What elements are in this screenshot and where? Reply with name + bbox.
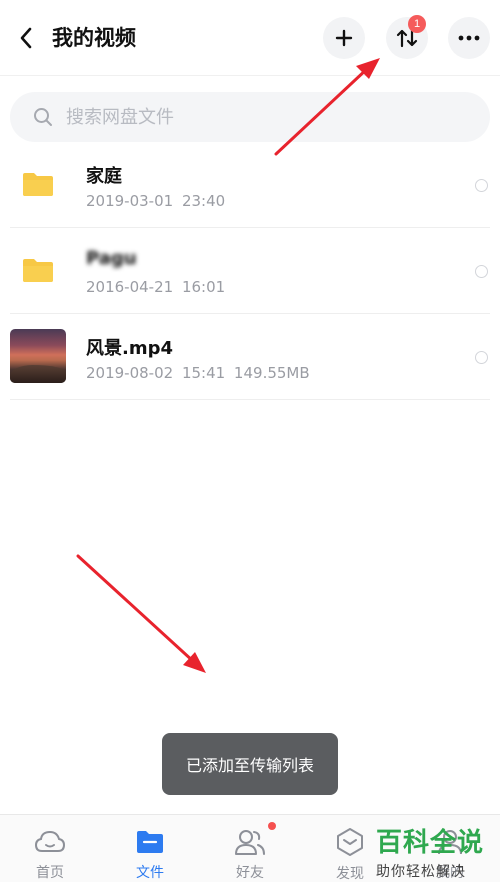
file-name: Pagu	[86, 248, 137, 269]
select-radio[interactable]	[475, 265, 488, 278]
app-header: 我的视频 1	[0, 0, 500, 76]
nav-item-friends[interactable]: 好友	[200, 815, 300, 882]
add-button[interactable]	[323, 17, 365, 59]
watermark-subtitle: 助你轻松解决	[376, 864, 466, 880]
chevron-left-icon	[20, 27, 32, 49]
more-button[interactable]	[448, 17, 490, 59]
back-button[interactable]	[12, 22, 40, 54]
more-dots-icon	[458, 35, 480, 41]
plus-icon	[335, 29, 353, 47]
arrow-to-toast	[76, 554, 206, 673]
search-icon	[32, 106, 54, 128]
folder-icon	[10, 156, 66, 212]
nav-item-files[interactable]: 文件	[100, 815, 200, 882]
list-item[interactable]: 风景.mp4 2019-08-02 15:41 149.55MB	[10, 314, 490, 400]
file-name: 家庭	[86, 166, 122, 187]
discover-icon	[334, 827, 366, 857]
nav-label: 发现	[336, 866, 364, 882]
friends-icon	[234, 827, 266, 856]
friends-notification-dot	[268, 822, 276, 830]
nav-label: 好友	[236, 865, 264, 881]
cloud-icon	[34, 827, 66, 856]
folder-icon	[134, 827, 166, 856]
watermark-title: 百科全说	[376, 828, 485, 858]
list-item[interactable]: Pagu 2016-04-21 16:01	[10, 228, 490, 314]
file-meta: 2019-03-01 23:40	[86, 192, 226, 210]
file-list: 家庭 2019-03-01 23:40 Pagu 2016-04-21 16:0…	[0, 142, 500, 400]
page-title: 我的视频	[52, 26, 136, 50]
search-bar[interactable]	[10, 92, 490, 142]
video-thumbnail	[10, 328, 66, 384]
toast-message: 已添加至传输列表	[162, 733, 338, 795]
nav-item-home[interactable]: 首页	[0, 815, 100, 882]
search-input[interactable]	[66, 106, 446, 128]
file-meta: 2016-04-21 16:01	[86, 278, 226, 296]
nav-label: 文件	[136, 865, 164, 881]
transfer-badge: 1	[408, 15, 426, 33]
folder-icon	[10, 242, 66, 298]
list-item[interactable]: 家庭 2019-03-01 23:40	[10, 142, 490, 228]
file-name: 风景.mp4	[86, 338, 174, 359]
transfer-button[interactable]: 1	[386, 15, 428, 59]
select-radio[interactable]	[475, 179, 488, 192]
nav-label: 首页	[36, 865, 64, 881]
file-meta: 2019-08-02 15:41 149.55MB	[86, 364, 310, 382]
watermark: 百科全说 助你轻松解决	[376, 822, 496, 880]
select-radio[interactable]	[475, 351, 488, 364]
